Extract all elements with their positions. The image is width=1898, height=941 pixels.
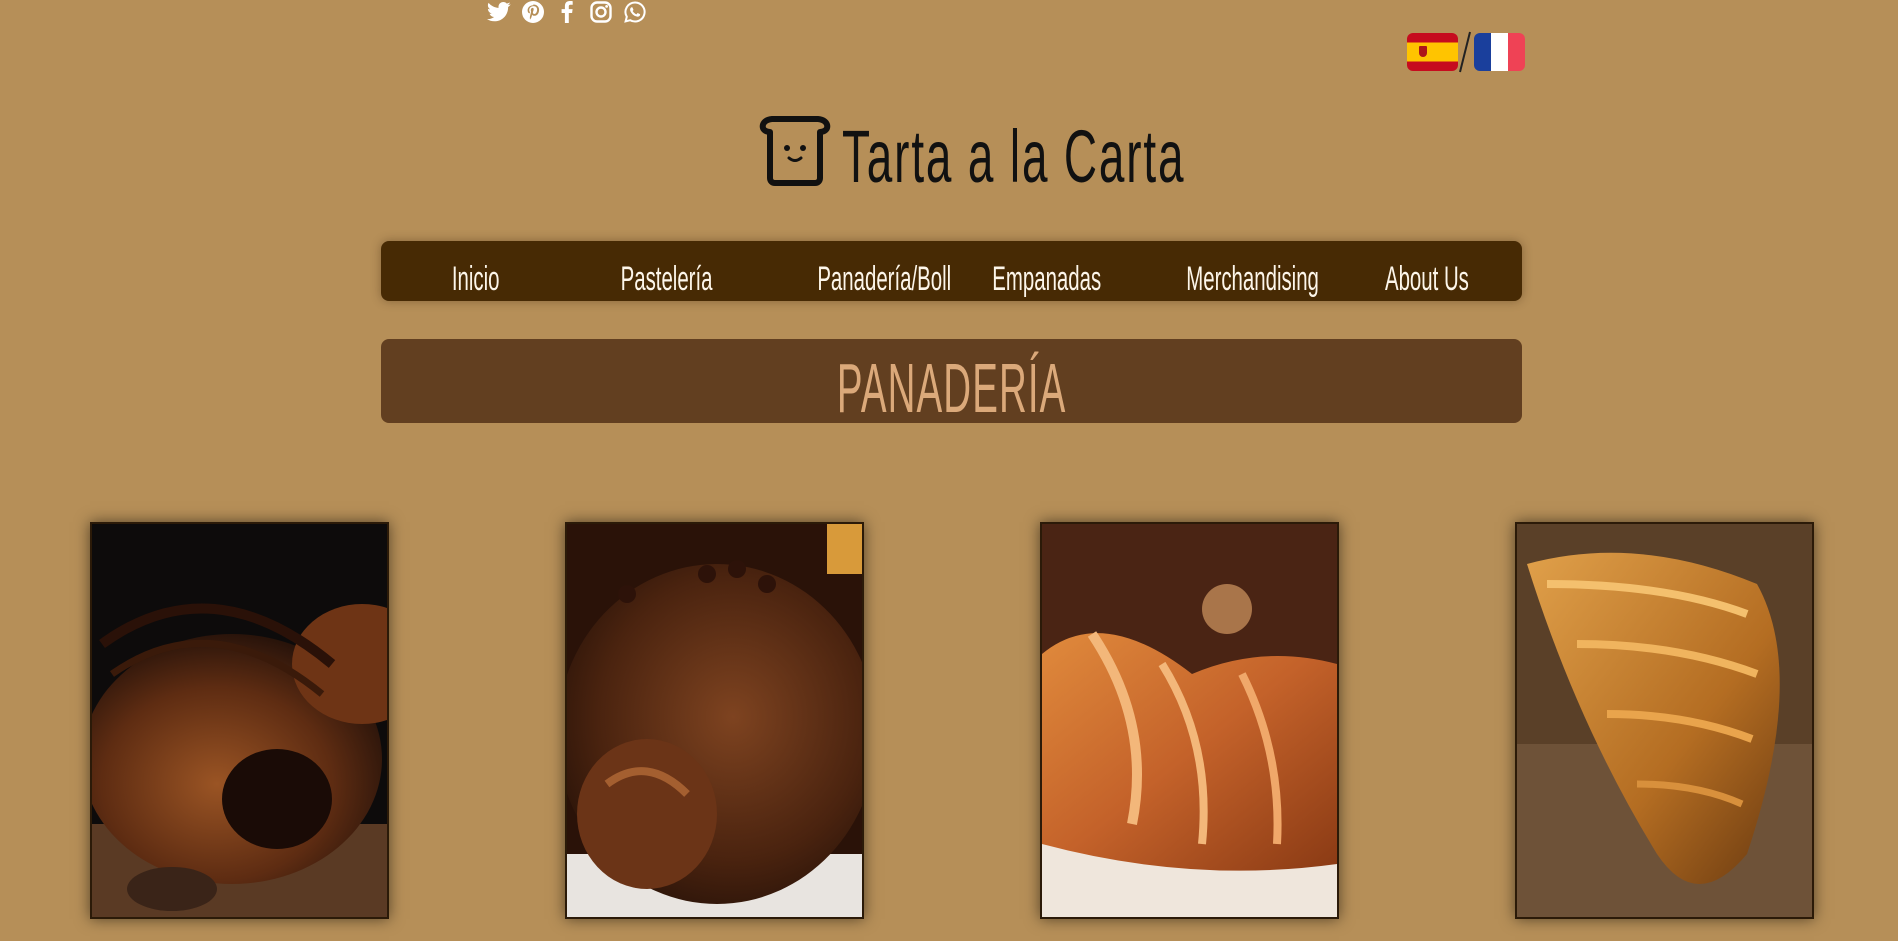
whatsapp-icon[interactable] [622,0,648,24]
nav-label: Empanadas [992,260,1102,298]
social-links [486,0,648,24]
site-title: Tarta a la Carta [842,115,1186,198]
instagram-icon[interactable] [588,0,614,24]
nav-item-pasteleria[interactable]: Pastelería [571,241,761,301]
main-nav: Inicio Pastelería Panadería/Bollería Emp… [381,241,1522,301]
chocolate-glazed-croissant-photo[interactable] [565,522,864,919]
nav-item-merchandising[interactable]: Merchandising [1142,241,1332,301]
chocolate-croissant-photo[interactable] [90,522,389,919]
france-flag[interactable] [1474,33,1525,71]
nav-item-inicio[interactable]: Inicio [381,241,571,301]
section-header: PANADERÍA [381,339,1522,427]
nav-item-empanadas[interactable]: Empanadas [952,241,1142,301]
nav-label: Inicio [452,260,500,298]
facebook-icon[interactable] [554,0,580,24]
nav-label: Panadería/Bollería [817,260,952,298]
nav-label: Pastelería [620,260,713,298]
toast-icon [758,114,832,191]
pinterest-icon[interactable] [520,0,546,24]
twitter-icon[interactable] [486,0,512,24]
nav-label: Merchandising [1185,260,1319,298]
language-switcher [1407,30,1525,74]
section-title: PANADERÍA [836,349,1067,427]
nav-item-about-us[interactable]: About Us [1332,241,1522,301]
nav-label: About Us [1384,260,1469,298]
golden-croissant-photo[interactable] [1515,522,1814,919]
language-separator [1458,30,1472,74]
site-logo[interactable]: Tarta a la Carta [758,112,1396,202]
spain-flag[interactable] [1407,33,1458,71]
nav-item-panaderia[interactable]: Panadería/Bollería [761,241,952,301]
butter-croissant-photo[interactable] [1040,522,1339,919]
